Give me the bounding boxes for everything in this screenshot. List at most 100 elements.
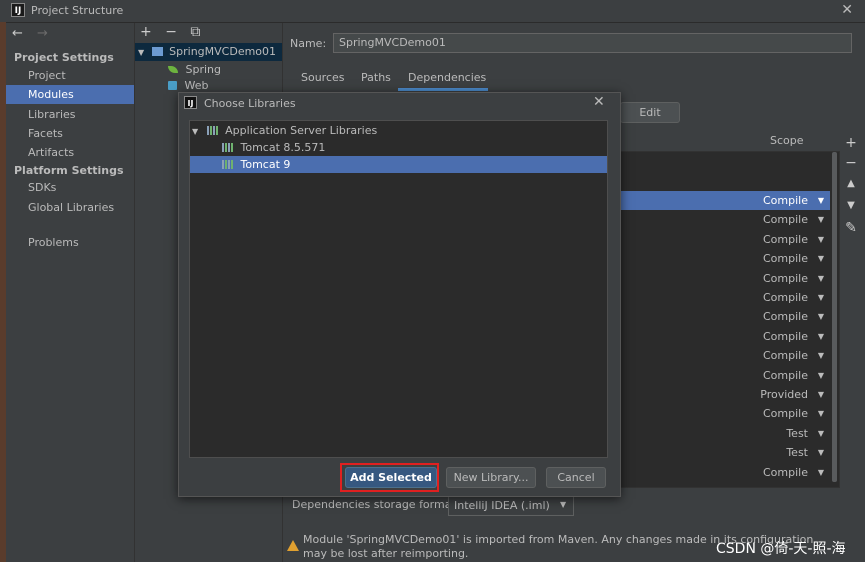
dependency-scope-row[interactable]: Compile ▼ — [612, 366, 830, 385]
intellij-dialog-icon: IJ — [184, 96, 197, 109]
dependency-scope-row[interactable]: Compile ▼ — [612, 327, 830, 346]
move-up-icon[interactable]: ▲ — [844, 178, 858, 189]
window-close-icon[interactable]: ✕ — [841, 2, 853, 18]
chevron-down-icon[interactable]: ▼ — [818, 288, 824, 307]
nav-item-libraries[interactable]: Libraries — [6, 105, 134, 124]
scope-value[interactable]: Compile — [763, 210, 808, 229]
chevron-down-icon[interactable]: ▼ — [818, 269, 824, 288]
nav-item-project[interactable]: Project — [6, 66, 134, 85]
tree-item-module-root[interactable]: ▼ SpringMVCDemo01 — [138, 43, 276, 61]
chevron-down-icon[interactable]: ▼ — [818, 191, 824, 210]
chevron-down-icon[interactable]: ▼ — [818, 210, 824, 229]
dialog-title: Choose Libraries — [204, 97, 296, 110]
library-group-label: Application Server Libraries — [225, 124, 378, 137]
tab-dependencies[interactable]: Dependencies — [408, 71, 486, 84]
scope-value[interactable]: Test — [786, 443, 808, 462]
cancel-button[interactable]: Cancel — [546, 467, 606, 488]
storage-format-select[interactable]: IntelliJ IDEA (.iml) — [448, 496, 574, 516]
scope-value[interactable]: Compile — [763, 463, 808, 482]
chevron-down-icon[interactable]: ▼ — [818, 443, 824, 462]
scope-value[interactable]: Compile — [763, 404, 808, 423]
chevron-down-icon[interactable]: ▼ — [818, 249, 824, 268]
scope-value[interactable]: Provided — [760, 385, 808, 404]
dependency-scope-row[interactable]: Compile ▼ — [612, 249, 830, 268]
chevron-down-icon[interactable]: ▼ — [818, 366, 824, 385]
dependency-scope-row[interactable]: Compile ▼ — [612, 230, 830, 249]
dependencies-table-header — [612, 131, 840, 152]
dependency-scope-row[interactable]: Compile ▼ — [612, 404, 830, 423]
scope-value[interactable]: Compile — [763, 327, 808, 346]
remove-module-icon[interactable]: − — [165, 24, 177, 40]
module-name-label: Name: — [290, 37, 327, 50]
dependency-scope-row[interactable]: Test ▼ — [612, 424, 830, 443]
dependencies-scrollbar[interactable] — [832, 152, 837, 482]
expand-chevron-icon[interactable]: ▼ — [192, 127, 198, 136]
nav-item-global-libraries[interactable]: Global Libraries — [6, 198, 134, 217]
scope-value[interactable]: Test — [786, 424, 808, 443]
library-group-row[interactable]: ▼ Application Server Libraries — [192, 122, 377, 139]
tab-paths[interactable]: Paths — [361, 71, 391, 84]
library-label: Tomcat 8.5.571 — [240, 141, 326, 154]
move-down-icon[interactable]: ▼ — [844, 200, 858, 211]
chevron-down-icon[interactable]: ▼ — [818, 327, 824, 346]
edit-button[interactable]: Edit — [620, 102, 680, 123]
dialog-close-icon[interactable]: ✕ — [593, 94, 605, 110]
chevron-down-icon[interactable]: ▼ — [818, 230, 824, 249]
chevron-down-icon[interactable]: ▼ — [818, 346, 824, 365]
tab-sources[interactable]: Sources — [301, 71, 345, 84]
csdn-watermark: CSDN @倚-天-照-海 — [716, 541, 846, 557]
remove-dependency-icon[interactable]: − — [844, 155, 858, 171]
nav-item-facets[interactable]: Facets — [6, 124, 134, 143]
scope-value[interactable]: Compile — [763, 288, 808, 307]
back-arrow-icon[interactable]: ← — [12, 26, 23, 41]
nav-item-problems[interactable]: Problems — [6, 233, 134, 252]
edit-dependency-icon[interactable]: ✎ — [844, 220, 858, 236]
add-module-icon[interactable]: + — [140, 24, 152, 40]
chevron-down-icon[interactable]: ▼ — [818, 307, 824, 326]
intellij-app-icon: IJ — [11, 3, 25, 17]
nav-history-arrows: ← → — [12, 26, 48, 41]
server-library-icon — [222, 143, 233, 152]
scope-column-header[interactable]: Scope — [770, 134, 804, 147]
scope-value[interactable]: Compile — [763, 307, 808, 326]
new-library-button[interactable]: New Library... — [446, 467, 536, 488]
dependency-scope-row[interactable]: Compile ▼ — [612, 210, 830, 229]
add-dependency-icon[interactable]: + — [844, 135, 858, 151]
scope-value[interactable]: Compile — [763, 269, 808, 288]
dependency-scope-row[interactable]: Compile ▼ — [612, 269, 830, 288]
library-row-selected[interactable]: Tomcat 9 — [222, 156, 290, 173]
dependency-scope-row[interactable]: Test ▼ — [612, 443, 830, 462]
chevron-down-icon[interactable]: ▼ — [560, 500, 566, 509]
copy-module-icon[interactable]: ⧉ — [190, 24, 200, 40]
chevron-down-icon[interactable]: ▼ — [818, 424, 824, 443]
window-title: Project Structure — [31, 4, 124, 17]
storage-format-label: Dependencies storage format: — [292, 498, 460, 511]
dependency-scope-row[interactable]: Compile ▼ — [612, 307, 830, 326]
module-folder-icon — [151, 47, 163, 56]
forward-arrow-icon[interactable]: → — [37, 26, 48, 41]
dependency-scope-row[interactable]: Compile ▼ — [612, 288, 830, 307]
scope-value[interactable]: Compile — [763, 249, 808, 268]
chevron-down-icon[interactable]: ▼ — [818, 463, 824, 482]
dependency-scope-row[interactable]: Compile ▼ — [612, 191, 830, 210]
chevron-down-icon[interactable]: ▼ — [818, 385, 824, 404]
expand-chevron-icon[interactable]: ▼ — [138, 48, 144, 57]
scope-value[interactable]: Compile — [763, 346, 808, 365]
scope-value[interactable]: Compile — [763, 366, 808, 385]
window-title-bar — [0, 0, 865, 23]
dependency-scope-row[interactable]: Provided ▼ — [612, 385, 830, 404]
dependency-scope-row[interactable]: Compile ▼ — [612, 346, 830, 365]
scope-value[interactable]: Compile — [763, 191, 808, 210]
scope-value[interactable]: Compile — [763, 230, 808, 249]
nav-item-modules[interactable]: Modules — [6, 85, 134, 104]
chevron-down-icon[interactable]: ▼ — [818, 404, 824, 423]
library-row[interactable]: Tomcat 8.5.571 — [222, 139, 325, 156]
dependency-scope-row[interactable]: Compile ▼ — [612, 463, 830, 482]
nav-item-sdks[interactable]: SDKs — [6, 178, 134, 197]
add-selected-button[interactable]: Add Selected — [345, 467, 437, 488]
tree-item-web-label: Web — [184, 79, 209, 92]
nav-item-artifacts[interactable]: Artifacts — [6, 143, 134, 162]
web-facet-icon — [168, 81, 177, 90]
module-name-input[interactable]: SpringMVCDemo01 — [333, 33, 852, 53]
platform-settings-heading: Platform Settings — [14, 164, 124, 177]
